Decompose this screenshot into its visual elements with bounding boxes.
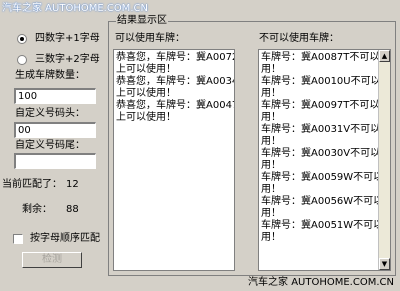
unusable-line: 车牌号：冀A0087T不可以使: [261, 52, 390, 63]
radio-four-digits[interactable]: [17, 34, 27, 44]
usable-line: 上可以使用！: [116, 112, 176, 123]
unusable-line: 车牌号：冀A0031V不可以使: [261, 124, 391, 135]
unusable-line: 车牌号：冀A0059W不可以使: [261, 172, 391, 183]
unusable-line: 车牌号：冀A0056W不可以使: [261, 196, 391, 207]
count-label: 生成车牌数量：: [15, 70, 85, 81]
unusable-line: 用！: [261, 232, 281, 243]
usable-line: 上可以使用！: [116, 88, 176, 99]
unusable-line: 用！: [261, 136, 281, 147]
usable-line: 恭喜您，车牌号：冀A0034V: [116, 76, 235, 87]
radio-three-digits-label: 三数字+2字母: [35, 54, 100, 65]
usable-title: 可以使用车牌：: [115, 33, 185, 44]
detect-button[interactable]: 检测: [22, 252, 82, 268]
unusable-title: 不可以使用车牌：: [259, 33, 339, 44]
usable-line: 恭喜您，车牌号：冀A0072X: [116, 52, 235, 63]
scroll-up-icon[interactable]: ▲: [379, 50, 390, 62]
scroll-down-icon[interactable]: ▼: [379, 258, 390, 270]
unusable-line: 车牌号：冀A0030V不可以使: [261, 148, 391, 159]
radio-three-digits[interactable]: [17, 55, 27, 65]
unusable-line: 用！: [261, 88, 281, 99]
unusable-scrollbar[interactable]: ▲ ▼: [378, 50, 390, 270]
alphabetical-order-checkbox[interactable]: [13, 234, 23, 244]
prefix-input[interactable]: 00: [14, 122, 96, 138]
suffix-label: 自定义号码尾：: [15, 140, 85, 151]
unusable-list[interactable]: 车牌号：冀A0087T不可以使 用！ 车牌号：冀A0010U不可以使 用！ 车牌号：冀A…: [258, 49, 391, 271]
radio-four-digits-label: 四数字+1字母: [35, 33, 100, 44]
watermark-bottom: 汽车之家 AUTOHOME.COM.CN: [248, 277, 394, 288]
unusable-line: 车牌号：冀A0051W不可以使: [261, 220, 391, 231]
usable-line: 上可以使用！: [116, 64, 176, 75]
usable-list[interactable]: 恭喜您，车牌号：冀A0072X 上可以使用！ 恭喜您，车牌号：冀A0034V 上可以使…: [113, 49, 235, 271]
alphabetical-order-label: 按字母顺序匹配: [30, 233, 100, 244]
unusable-line: 用！: [261, 160, 281, 171]
prefix-label: 自定义号码头：: [15, 108, 85, 119]
unusable-line: 车牌号：冀A0097T不可以使: [261, 100, 390, 111]
unusable-line: 车牌号：冀A0010U不可以使: [261, 76, 391, 87]
remaining-value: 88: [66, 204, 79, 215]
matched-value: 12: [66, 179, 79, 190]
usable-lines: 恭喜您，车牌号：冀A0072X 上可以使用！ 恭喜您，车牌号：冀A0034V 上可以使…: [114, 50, 234, 124]
remaining-label: 剩余：: [22, 204, 52, 215]
count-input[interactable]: 100: [14, 88, 96, 104]
usable-line: 恭喜您，车牌号：冀A0047W: [116, 100, 235, 111]
unusable-lines: 车牌号：冀A0087T不可以使 用！ 车牌号：冀A0010U不可以使 用！ 车牌号：冀A…: [259, 50, 390, 244]
unusable-line: 用！: [261, 64, 281, 75]
unusable-line: 用！: [261, 208, 281, 219]
suffix-input[interactable]: [14, 153, 96, 169]
matched-label: 当前匹配了：: [2, 179, 62, 190]
unusable-line: 用！: [261, 112, 281, 123]
left-panel: 四数字+1字母 三数字+2字母 生成车牌数量： 100 自定义号码头： 00 自…: [0, 0, 110, 291]
results-group-title: 结果显示区: [116, 15, 168, 27]
unusable-line: 用！: [261, 184, 281, 195]
